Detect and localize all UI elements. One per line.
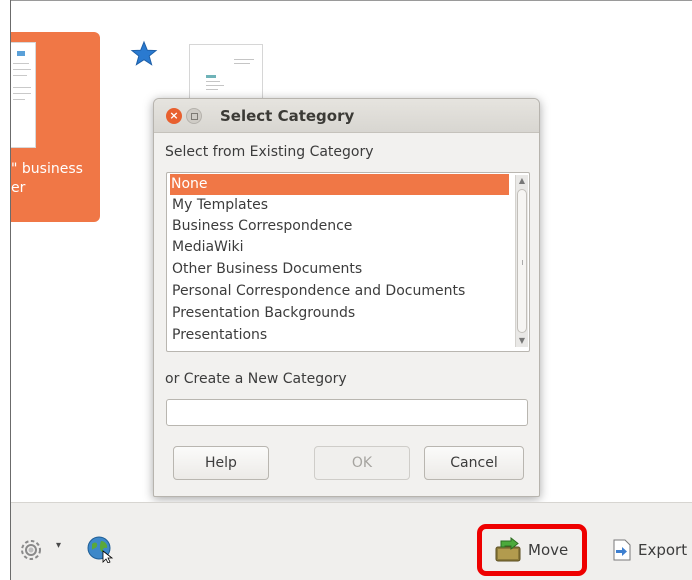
- category-list[interactable]: None My Templates Business Correspondenc…: [166, 172, 530, 352]
- ok-button[interactable]: OK: [314, 446, 410, 480]
- existing-category-label: Select from Existing Category: [165, 144, 374, 160]
- globe-icon[interactable]: [86, 535, 114, 563]
- scrollbar-thumb[interactable]: [517, 189, 527, 333]
- list-item[interactable]: My Templates: [171, 195, 510, 216]
- close-icon[interactable]: ×: [166, 108, 182, 124]
- template-caption: " business er: [11, 160, 100, 198]
- list-item[interactable]: Other Business Documents: [171, 259, 510, 280]
- toolbar-separator: [11, 502, 692, 503]
- export-icon: [613, 539, 631, 561]
- template-caption-line2: er: [11, 180, 26, 196]
- template-thumbnail: [11, 42, 36, 148]
- help-button[interactable]: Help: [173, 446, 269, 480]
- scroll-down-icon[interactable]: ▼: [517, 336, 527, 346]
- dialog-title: Select Category: [220, 107, 355, 125]
- list-scrollbar[interactable]: ▲ ▼: [515, 175, 528, 347]
- window-top-border: [10, 0, 692, 1]
- star-icon[interactable]: [130, 40, 158, 68]
- dialog-titlebar[interactable]: × Select Category: [154, 99, 539, 133]
- thumbnail-logo: [17, 51, 25, 56]
- new-category-input[interactable]: [166, 399, 528, 426]
- list-item[interactable]: Presentation Backgrounds: [171, 303, 510, 324]
- list-item[interactable]: Presentations: [171, 325, 510, 346]
- list-item[interactable]: Business Correspondence: [171, 216, 510, 237]
- move-icon: [495, 537, 521, 562]
- thumbnail-accent: [206, 75, 216, 78]
- template-caption-line1: " business: [11, 161, 83, 177]
- move-label: Move: [528, 541, 569, 559]
- list-item[interactable]: Personal Correspondence and Documents: [171, 281, 510, 302]
- cancel-button[interactable]: Cancel: [424, 446, 524, 480]
- list-item[interactable]: MediaWiki: [171, 237, 510, 258]
- select-category-dialog: × Select Category Select from Existing C…: [153, 98, 540, 497]
- gear-icon[interactable]: [18, 537, 44, 563]
- export-button[interactable]: Export: [600, 531, 692, 569]
- move-button[interactable]: Move: [486, 531, 580, 569]
- chevron-down-icon[interactable]: ▾: [56, 540, 61, 551]
- new-category-label: or Create a New Category: [165, 371, 347, 387]
- export-label: Export: [638, 541, 688, 559]
- scroll-up-icon[interactable]: ▲: [517, 176, 527, 186]
- maximize-icon[interactable]: [186, 108, 202, 124]
- template-thumbnail-2[interactable]: [189, 44, 263, 101]
- list-item[interactable]: None: [170, 174, 509, 195]
